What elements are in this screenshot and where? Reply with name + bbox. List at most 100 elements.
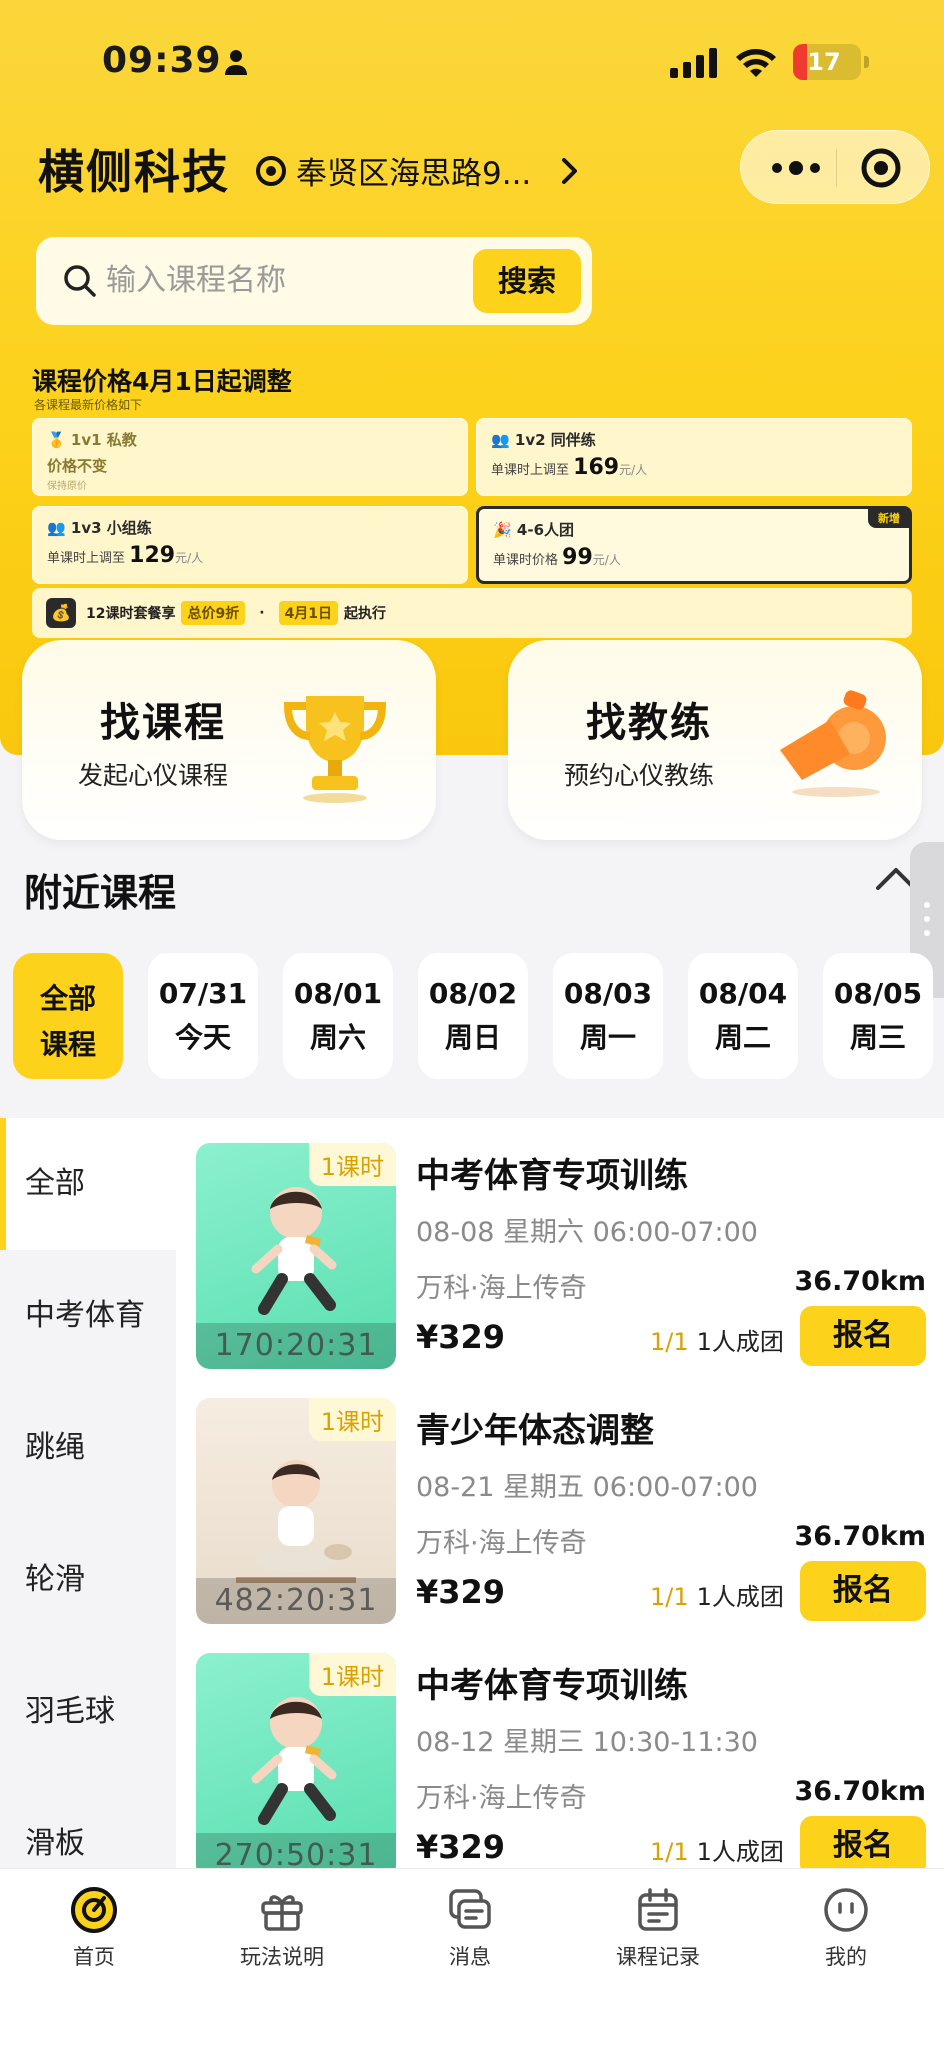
date-tab[interactable]: 08/02 周日: [418, 953, 528, 1079]
notice-subtitle: 各课程最新价格如下: [34, 398, 143, 412]
more-icon[interactable]: [769, 153, 823, 183]
course-image: 1课时 270:50:31: [196, 1653, 396, 1868]
course-distance: 36.70km: [794, 1521, 927, 1552]
tab-profile[interactable]: 我的: [752, 1885, 940, 1971]
course-ratio: 1/1: [650, 1328, 689, 1356]
find-course-card[interactable]: 找课程 发起心仪课程: [22, 640, 436, 840]
course-ratio: 1/1: [650, 1838, 689, 1866]
price-card-unit: 元/人: [592, 553, 621, 567]
price-card-price: 129: [129, 543, 176, 568]
category-item[interactable]: 跳绳: [0, 1382, 176, 1514]
course-title: 青少年体态调整: [416, 1411, 654, 1451]
course-item[interactable]: 1课时 270:50:31 中考体育专项训练 08-12 星期三 10:30-1…: [176, 1628, 944, 1868]
date-sub: 周日: [444, 1021, 501, 1054]
course-hours-tag: 1课时: [308, 1653, 396, 1696]
search-button[interactable]: 搜索: [473, 249, 581, 313]
category-item[interactable]: 轮滑: [0, 1514, 176, 1646]
wifi-icon: [736, 49, 776, 77]
course-price: ¥329: [416, 1573, 506, 1611]
group-icon: 👥: [491, 431, 510, 449]
miniprogram-capsule: [740, 130, 930, 204]
date-tab[interactable]: 08/04 周二: [688, 953, 798, 1079]
date-sub: 周二: [714, 1021, 771, 1054]
find-course-title: 找课程: [100, 700, 226, 746]
tab-messages[interactable]: 消息: [376, 1885, 564, 1971]
profile-face-icon: [824, 1888, 868, 1932]
price-card-prefix: 单课时上调至: [491, 463, 570, 478]
nearby-title: 附近课程: [24, 871, 177, 915]
course-countdown: 482:20:31: [196, 1578, 396, 1624]
money-bag-icon: 💰: [46, 598, 76, 628]
course-price: ¥329: [416, 1828, 506, 1866]
course-group-text: 1人成团: [696, 1583, 784, 1611]
price-card-1v1: 🥇 1v1 私教 价格不变 保持原价: [32, 418, 468, 496]
date-label: 08/01: [293, 977, 383, 1010]
tab-records[interactable]: 课程记录: [564, 1885, 752, 1971]
course-ratio: 1/1: [650, 1583, 689, 1611]
date-tab[interactable]: 08/05 周三: [823, 953, 933, 1079]
course-time: 08-12 星期三 10:30-11:30: [416, 1727, 758, 1758]
separator-dot: ·: [259, 605, 265, 621]
tab-guide[interactable]: 玩法说明: [188, 1885, 376, 1971]
location-selector[interactable]: 奉贤区海思路9...: [254, 148, 581, 193]
category-item-all[interactable]: 全部: [0, 1118, 176, 1250]
course-group-status: 1/1 1人成团: [650, 1322, 784, 1357]
course-item[interactable]: 1课时 170:20:31 中考体育专项训练 08-08 星期六 06:00-0…: [176, 1118, 944, 1373]
date-sub: 周一: [579, 1021, 636, 1054]
course-group-status: 1/1 1人成团: [650, 1832, 784, 1867]
location-text: 奉贤区海思路9...: [296, 156, 532, 192]
course-group-text: 1人成团: [696, 1838, 784, 1866]
price-card-price: 99: [562, 545, 593, 570]
group-icon: 👥: [47, 519, 66, 537]
date-tab-all[interactable]: 全部 课程: [13, 953, 123, 1079]
category-sidebar: 全部 中考体育 跳绳 轮滑 羽毛球 滑板: [0, 1118, 176, 1868]
tab-home[interactable]: 首页: [0, 1885, 188, 1971]
course-title: 中考体育专项训练: [416, 1666, 688, 1706]
close-miniprogram-icon[interactable]: [859, 146, 903, 190]
course-image: 1课时 170:20:31: [196, 1143, 396, 1369]
enroll-button[interactable]: 报名: [800, 1561, 926, 1621]
date-sub: 周三: [849, 1021, 906, 1054]
course-venue: 万科·海上传奇: [416, 1273, 587, 1304]
gift-icon: [261, 1895, 303, 1931]
party-icon: 🎉: [493, 521, 512, 539]
date-tab[interactable]: 08/01 周六: [283, 953, 393, 1079]
price-card-unit: 元/人: [619, 463, 648, 477]
date-tab[interactable]: 08/03 周一: [553, 953, 663, 1079]
course-hours-tag: 1课时: [308, 1143, 396, 1186]
battery-level: 17: [807, 48, 841, 76]
price-card-price: 169: [573, 455, 620, 480]
price-card-1v2: 👥 1v2 同伴练 单课时上调至 169元/人: [476, 418, 912, 496]
date-tag: 4月1日: [278, 601, 339, 625]
course-venue: 万科·海上传奇: [416, 1528, 587, 1559]
course-info: 青少年体态调整 08-21 星期五 06:00-07:00 万科·海上传奇 36…: [416, 1373, 926, 1628]
top-nav: 横侧科技 奉贤区海思路9...: [0, 130, 944, 206]
tab-bar: 首页 玩法说明 消息 课程记录 我的: [0, 1868, 944, 2048]
course-group-status: 1/1 1人成团: [650, 1577, 784, 1612]
status-time: 09:39: [102, 40, 222, 81]
whistle-icon: [780, 690, 886, 797]
course-title: 中考体育专项训练: [416, 1156, 688, 1196]
course-group-text: 1人成团: [696, 1328, 784, 1356]
price-card-name: 1v2 同伴练: [514, 431, 596, 449]
course-item[interactable]: 1课时 482:20:31 青少年体态调整 08-21 星期五 06:00-07…: [176, 1373, 944, 1628]
category-item[interactable]: 羽毛球: [0, 1646, 176, 1778]
enroll-button[interactable]: 报名: [800, 1306, 926, 1366]
person-icon: [225, 50, 247, 75]
price-card-name: 4-6人团: [516, 521, 575, 539]
course-image: 1课时 482:20:31: [196, 1398, 396, 1624]
course-distance: 36.70km: [794, 1776, 927, 1807]
message-icon: [449, 1889, 491, 1929]
status-bar: 09:39 17: [0, 40, 944, 90]
price-card-line: 价格不变: [47, 457, 108, 475]
course-countdown: 270:50:31: [196, 1833, 396, 1868]
search-input[interactable]: [106, 255, 486, 305]
enroll-button[interactable]: 报名: [800, 1816, 926, 1868]
date-sub: 今天: [174, 1021, 231, 1054]
find-coach-card[interactable]: 找教练 预约心仪教练: [508, 640, 922, 840]
price-card-unit: 元/人: [175, 551, 204, 565]
category-item[interactable]: 中考体育: [0, 1250, 176, 1382]
date-tab[interactable]: 07/31 今天: [148, 953, 258, 1079]
tab-label: 消息: [449, 1945, 491, 1969]
price-card-name: 1v1 私教: [70, 431, 137, 449]
